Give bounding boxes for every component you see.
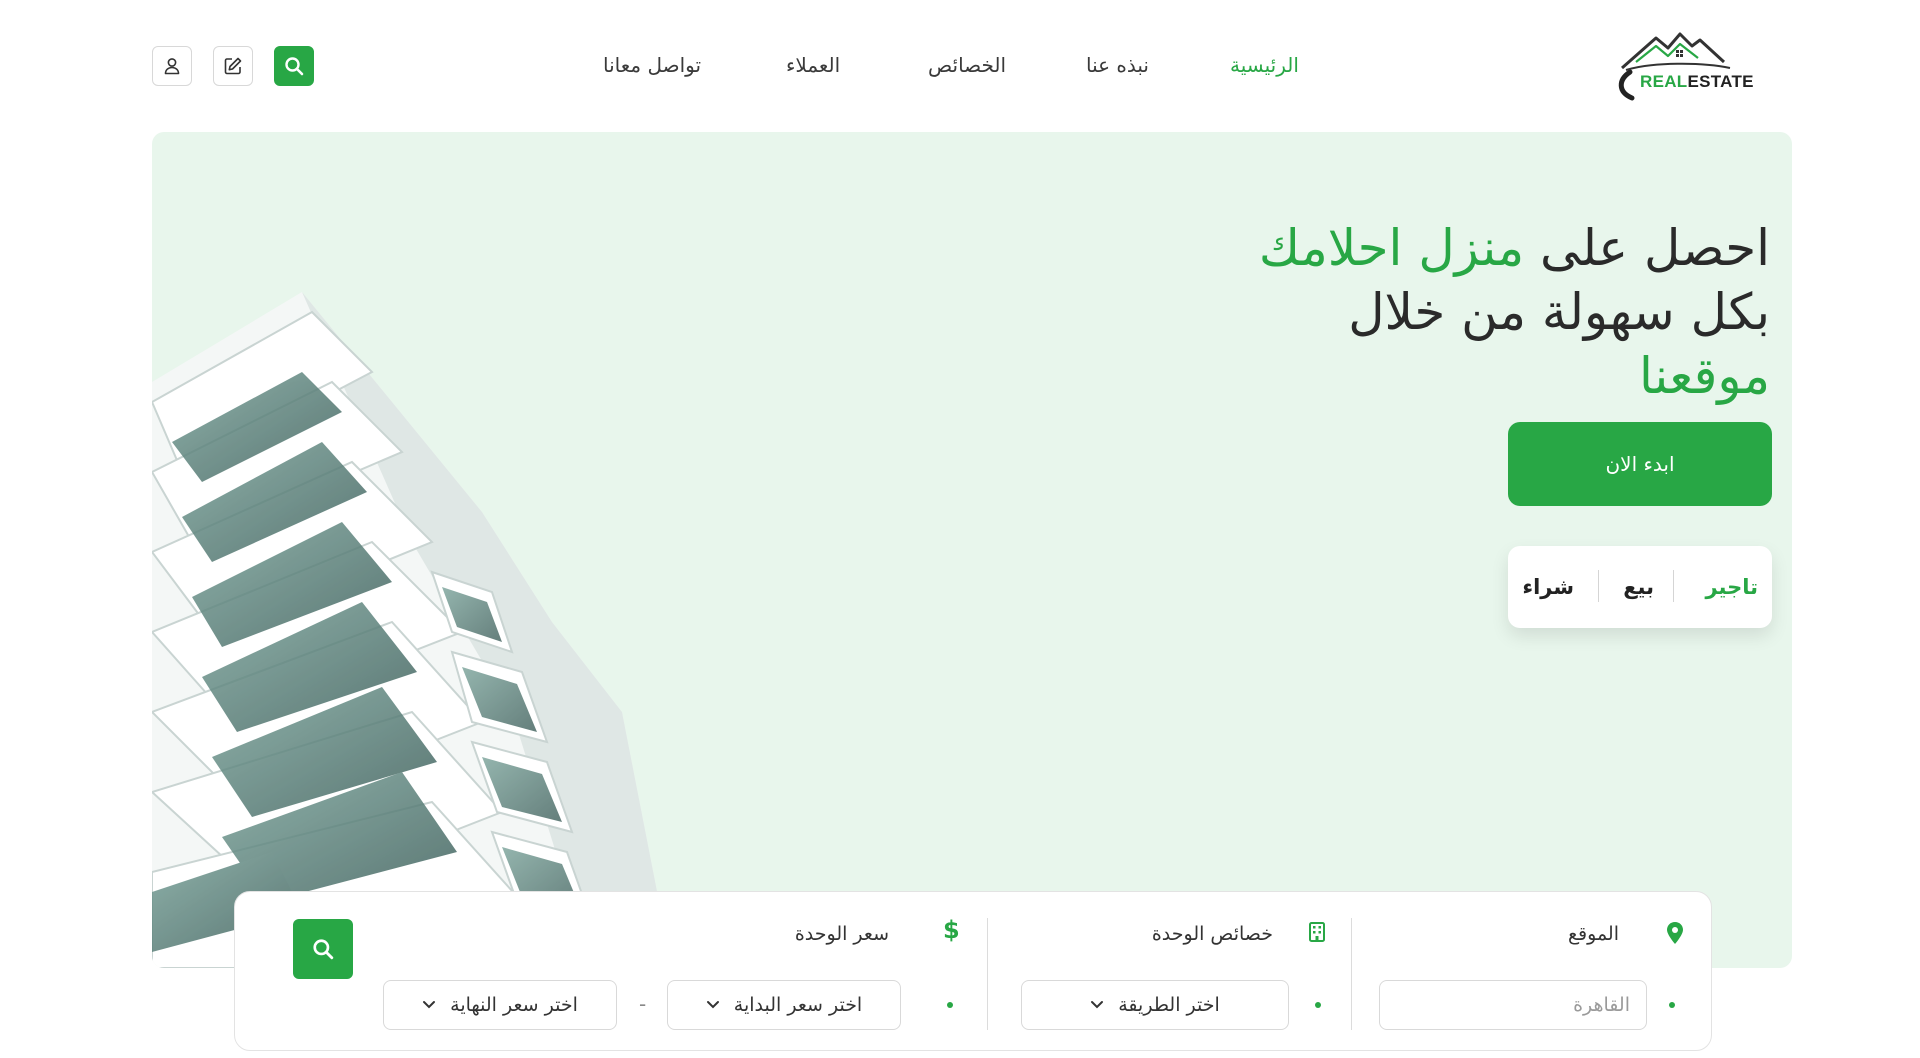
search-button[interactable] bbox=[274, 46, 314, 86]
logo-wordmark: REALESTATE bbox=[1640, 72, 1754, 92]
tab-divider bbox=[1673, 570, 1674, 602]
end-price-text: اختر سعر النهاية bbox=[450, 994, 578, 1016]
nav-features[interactable]: الخصائص bbox=[928, 50, 1006, 80]
hero-section: احصل على منزل احلامك بكل سهولة من خلال م… bbox=[152, 132, 1792, 968]
tab-divider bbox=[1598, 570, 1599, 602]
chevron-down-icon bbox=[706, 1001, 719, 1009]
tab-buy[interactable]: شراء bbox=[1522, 570, 1574, 604]
headline-line1-green: منزل احلامك bbox=[1258, 219, 1525, 277]
features-dot bbox=[1315, 1002, 1321, 1008]
method-select[interactable]: اختر الطريقة bbox=[1021, 980, 1289, 1030]
headline-line2: بكل سهولة من خلال bbox=[1348, 283, 1770, 341]
site-header: تواصل معانا العملاء الخصائص نبذه عنا الر… bbox=[0, 0, 1920, 130]
headline-line3: موقعنا bbox=[1639, 347, 1770, 405]
column-divider bbox=[987, 918, 988, 1030]
method-select-text: اختر الطريقة bbox=[1118, 994, 1220, 1016]
map-pin-icon bbox=[1667, 922, 1683, 944]
user-icon bbox=[164, 58, 180, 75]
location-label: الموقع bbox=[1567, 923, 1619, 945]
logo-text-real: REAL bbox=[1640, 72, 1688, 91]
nav-clients[interactable]: العملاء bbox=[786, 50, 840, 80]
property-search-button[interactable] bbox=[293, 919, 353, 979]
chevron-down-icon bbox=[1091, 1001, 1104, 1009]
listing-type-tabs: تاجير بيع شراء bbox=[1508, 546, 1772, 628]
nav-about[interactable]: نبذه عنا bbox=[1086, 50, 1149, 80]
user-button[interactable] bbox=[152, 46, 192, 86]
hero-headline: احصل على منزل احلامك بكل سهولة من خلال م… bbox=[1170, 216, 1770, 408]
search-icon bbox=[285, 57, 304, 76]
tab-rent[interactable]: تاجير bbox=[1705, 570, 1758, 604]
logo[interactable]: REALESTATE bbox=[1612, 28, 1754, 102]
logo-text-estate: ESTATE bbox=[1687, 72, 1754, 91]
location-input[interactable] bbox=[1379, 980, 1647, 1030]
dollar-icon: $ bbox=[943, 916, 960, 944]
headline-line1-dark: احصل على bbox=[1540, 219, 1770, 277]
nav-home[interactable]: الرئيسية bbox=[1230, 50, 1299, 80]
tab-sell[interactable]: بيع bbox=[1623, 570, 1654, 604]
property-search-panel: الموقع خصائص الوحدة اختر الطريقة $ سعر ا… bbox=[234, 891, 1712, 1051]
start-price-text: اختر سعر البداية bbox=[733, 994, 863, 1016]
end-price-select[interactable]: اختر سعر النهاية bbox=[383, 980, 617, 1030]
chevron-down-icon bbox=[423, 1001, 436, 1009]
building-icon bbox=[1309, 922, 1325, 942]
unit-features-label: خصائص الوحدة bbox=[1151, 923, 1273, 945]
column-divider bbox=[1351, 918, 1352, 1030]
search-icon bbox=[313, 939, 334, 960]
price-dot bbox=[947, 1002, 953, 1008]
start-price-select[interactable]: اختر سعر البداية bbox=[667, 980, 901, 1030]
unit-price-label: سعر الوحدة bbox=[794, 923, 889, 945]
location-dot bbox=[1669, 1002, 1675, 1008]
start-now-button[interactable]: ابدء الان bbox=[1508, 422, 1772, 506]
edit-icon bbox=[224, 57, 242, 75]
edit-button[interactable] bbox=[213, 46, 253, 86]
building-image bbox=[152, 292, 672, 968]
price-range-separator: - bbox=[639, 992, 647, 1016]
nav-contact[interactable]: تواصل معانا bbox=[603, 50, 701, 80]
